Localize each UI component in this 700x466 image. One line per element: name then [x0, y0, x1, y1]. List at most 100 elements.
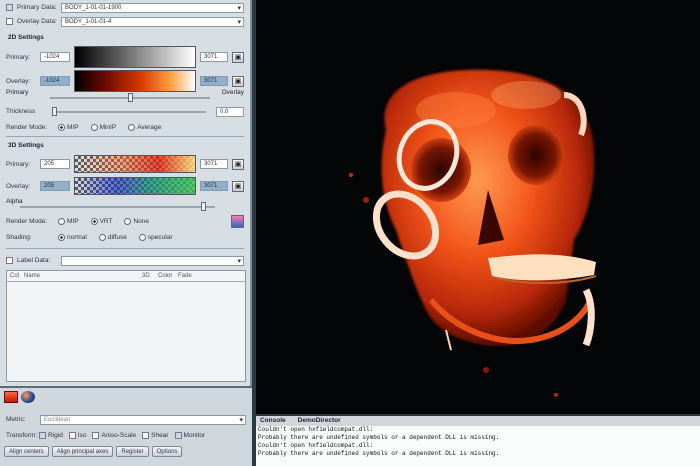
- render-mode-3d-row: Render Mode: MIP VRT None: [6, 215, 244, 228]
- alpha-slider[interactable]: [20, 202, 215, 211]
- align-centers-button[interactable]: Align centers: [4, 446, 49, 457]
- radio-icon: [98, 234, 106, 241]
- primary-3d-min[interactable]: 205: [40, 159, 70, 169]
- overlay-3d-min[interactable]: 205: [40, 181, 70, 191]
- primary-2d-colormap[interactable]: [74, 46, 196, 68]
- transform-monitor[interactable]: Monitor: [174, 432, 205, 439]
- radio-icon: [124, 218, 132, 225]
- primary-2d-colormap-button[interactable]: ▣: [232, 51, 244, 63]
- radio-icon: [58, 124, 65, 131]
- primary-3d-row: Primary: 205 3071 ▣: [6, 154, 244, 174]
- transform-rigid[interactable]: Rigid: [39, 432, 63, 439]
- checkbox-icon: [68, 432, 76, 439]
- overlay-3d-colormap-button[interactable]: ▣: [232, 180, 244, 192]
- primary-2d-label: Primary:: [6, 53, 31, 61]
- column-col[interactable]: Col: [10, 273, 24, 279]
- thickness-slider[interactable]: [52, 107, 206, 116]
- registration-buttons: Align centers Align principal axes Regis…: [4, 446, 246, 457]
- primary-3d-label: Primary:: [6, 160, 31, 168]
- radio-icon: [58, 218, 65, 225]
- label-list-header: Col Name 3D Color Fade: [7, 271, 245, 282]
- render-mode-3d-vrt[interactable]: VRT: [90, 218, 112, 225]
- radio-icon: [138, 234, 146, 241]
- column-color[interactable]: Color: [158, 273, 178, 279]
- transform-aniso-scale[interactable]: Aniso-Scale: [92, 432, 136, 439]
- tab-demodirector[interactable]: DemoDirector: [298, 416, 341, 426]
- shading-specular[interactable]: specular: [138, 234, 173, 241]
- label-list[interactable]: Col Name 3D Color Fade: [6, 270, 246, 382]
- overlay-3d-label: Overlay:: [6, 182, 31, 190]
- render-mode-2d-average[interactable]: Average: [128, 124, 161, 131]
- shading-normal[interactable]: normal: [58, 234, 87, 241]
- checkbox-icon: [92, 432, 100, 439]
- blend-slider[interactable]: [50, 93, 210, 102]
- alpha-slider-thumb[interactable]: [200, 202, 206, 211]
- 3d-viewer[interactable]: [256, 0, 700, 414]
- registration-panel: Metric: Euclidean Transform: Rigid Iso A…: [0, 386, 252, 466]
- thickness-value[interactable]: 0.0: [216, 106, 244, 117]
- tissue-speck: [423, 297, 429, 303]
- thickness-slider-thumb[interactable]: [52, 107, 57, 116]
- registration-tab-icon[interactable]: [4, 391, 18, 403]
- right-eye-socket: [508, 125, 564, 185]
- primary-2d-min[interactable]: -1024: [40, 52, 70, 62]
- column-fade[interactable]: Fade: [178, 273, 192, 279]
- options-button[interactable]: Options: [151, 446, 183, 457]
- thickness-row: Thickness 0.0: [6, 106, 244, 117]
- render-mode-2d-minip[interactable]: MinIP: [90, 124, 116, 131]
- shading-label: Shading:: [6, 234, 32, 241]
- transform-iso[interactable]: Iso: [68, 432, 86, 439]
- blend-slider-thumb[interactable]: [127, 93, 133, 102]
- checkbox-icon: [142, 432, 150, 439]
- overlay-3d-transfer-function[interactable]: [74, 177, 196, 195]
- overlay-2d-colormap-button[interactable]: ▣: [232, 75, 244, 87]
- settings-panel: Primary Data: BODY_1-01-01-1900 Overlay …: [0, 0, 252, 466]
- marker-clip: [582, 288, 595, 347]
- left-eye-socket: [411, 138, 471, 202]
- tab-console[interactable]: Console: [260, 416, 286, 426]
- transform-label: Transform:: [6, 432, 38, 439]
- column-3d[interactable]: 3D: [142, 273, 158, 279]
- align-principal-axes-button[interactable]: Align principal axes: [51, 446, 114, 457]
- overlay-data-checkbox[interactable]: [6, 18, 13, 25]
- primary-2d-row: Primary: -1024 3071 ▣: [6, 46, 244, 68]
- section-divider: [6, 248, 244, 249]
- overlay-3d-row: Overlay: 205 3071 ▣: [6, 176, 244, 196]
- render-mode-3d-mip[interactable]: MIP: [58, 218, 79, 225]
- primary-data-checkbox[interactable]: [6, 4, 13, 11]
- checkbox-icon: [174, 432, 182, 439]
- blend-primary-label: Primary: [6, 89, 29, 96]
- shading-diffuse[interactable]: diffuse: [98, 234, 127, 241]
- section-divider: [6, 136, 244, 137]
- render-mode-3d-none[interactable]: None: [124, 218, 149, 225]
- overlay-2d-label: Overlay:: [6, 77, 31, 85]
- overlay-3d-max[interactable]: 3071: [200, 181, 228, 191]
- overlay-2d-min[interactable]: -1024: [40, 76, 70, 86]
- render-mode-2d-label: Render Mode:: [6, 124, 48, 131]
- radio-icon: [128, 124, 136, 131]
- transform-shear[interactable]: Shear: [142, 432, 169, 439]
- tissue-speck: [554, 393, 558, 397]
- render-settings-icon[interactable]: [231, 215, 244, 228]
- settings-3d-title: 3D Settings: [8, 142, 44, 149]
- console-line: Probably there are undefined symbols or …: [258, 450, 500, 457]
- upper-teeth: [488, 254, 596, 281]
- overlay-data-select[interactable]: BODY_1-01-01-4: [61, 16, 244, 27]
- checkbox-icon: [39, 432, 46, 439]
- metric-select[interactable]: Euclidean: [40, 414, 246, 425]
- primary-data-select[interactable]: BODY_1-01-01-1900: [61, 2, 244, 13]
- primary-3d-transfer-function[interactable]: [74, 155, 196, 173]
- column-name[interactable]: Name: [24, 273, 142, 279]
- tissue-speck: [349, 173, 353, 177]
- primary-3d-max[interactable]: 3071: [200, 159, 228, 169]
- view-tab-icon[interactable]: [21, 391, 35, 403]
- label-data-select[interactable]: [61, 255, 244, 266]
- register-button[interactable]: Register: [116, 446, 149, 457]
- label-data-row: Label Data:: [6, 255, 244, 266]
- panel-tab-icons: [4, 391, 35, 403]
- render-mode-2d-mip[interactable]: MIP: [58, 124, 79, 131]
- primary-3d-colormap-button[interactable]: ▣: [232, 158, 244, 170]
- label-data-checkbox[interactable]: [6, 257, 13, 264]
- overlay-2d-max[interactable]: 3071: [200, 76, 228, 86]
- primary-2d-max[interactable]: 3071: [200, 52, 228, 62]
